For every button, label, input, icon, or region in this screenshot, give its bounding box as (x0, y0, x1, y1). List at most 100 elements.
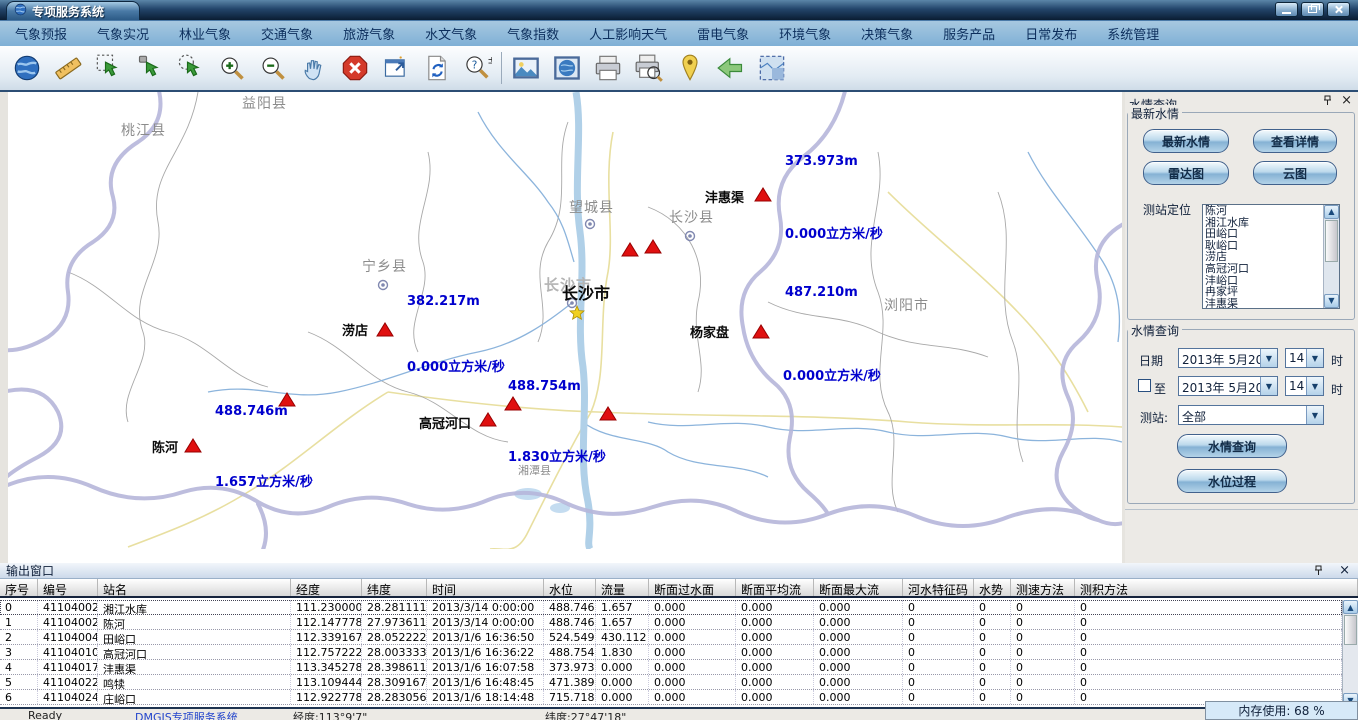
station-listbox[interactable]: 陈河湘江水库田峪口耿峪口涝店高冠河口沣峪口冉家坪沣惠渠 ▲ ▼ (1202, 204, 1340, 309)
column-header[interactable]: 编号 (38, 579, 98, 596)
column-header[interactable]: 水位 (544, 579, 596, 596)
menu-item[interactable]: 系统管理 (1097, 24, 1169, 43)
station-list-item[interactable]: 沣惠渠 (1203, 298, 1324, 309)
hour-to-select[interactable]: 14 ▼ (1285, 376, 1324, 396)
menu-item[interactable]: 水文气象 (415, 24, 487, 43)
world-image-icon[interactable] (553, 54, 581, 82)
menu-item[interactable]: 环境气象 (769, 24, 841, 43)
chevron-down-icon[interactable]: ▼ (1306, 406, 1323, 424)
menu-item[interactable]: 气象预报 (5, 24, 77, 43)
station-triangle-icon[interactable] (753, 325, 769, 338)
menu-item[interactable]: 人工影响天气 (579, 24, 677, 43)
date-to-select[interactable]: 2013年 5月20日 ▼ (1178, 376, 1278, 396)
table-row[interactable]: 441104017沣惠渠113.34527828.3986112013/1/6 … (0, 660, 1342, 675)
measure-ruler-icon[interactable] (54, 54, 82, 82)
station-triangle-icon[interactable] (279, 393, 295, 406)
placemark-icon[interactable] (676, 54, 704, 82)
globe-icon[interactable] (13, 54, 41, 82)
station-triangle-icon[interactable] (622, 243, 638, 256)
identify-icon[interactable]: ?± (464, 54, 492, 82)
print-icon[interactable] (594, 54, 622, 82)
menu-item[interactable]: 旅游气象 (333, 24, 405, 43)
station-triangle-icon[interactable] (377, 323, 393, 336)
map-canvas[interactable]: 益阳县桃江县宁乡县望城县长沙县浏阳市湘潭县长沙市长沙市沣惠渠涝店杨家盘高冠河口陈… (8, 92, 1122, 563)
station-select[interactable]: 全部 ▼ (1178, 405, 1324, 425)
menu-item[interactable]: 交通气象 (251, 24, 323, 43)
station-triangle-icon[interactable] (600, 407, 616, 420)
restore-button[interactable] (1301, 2, 1324, 17)
image-export-icon[interactable] (512, 54, 540, 82)
column-header[interactable]: 测速方法 (1011, 579, 1075, 596)
menu-item[interactable]: 雷电气象 (687, 24, 759, 43)
table-row[interactable]: 041104002湘江水库111.23000028.2811112013/3/1… (0, 600, 1342, 615)
column-header[interactable]: 站名 (98, 579, 291, 596)
menu-item[interactable]: 服务产品 (933, 24, 1005, 43)
close-icon[interactable]: × (1339, 563, 1350, 578)
water-query-button[interactable]: 水情查询 (1177, 434, 1287, 458)
column-header[interactable]: 断面过水面 (649, 579, 736, 596)
column-header[interactable]: 流量 (596, 579, 649, 596)
column-header[interactable]: 纬度 (362, 579, 427, 596)
menu-item[interactable]: 气象指数 (497, 24, 569, 43)
column-header[interactable]: 河水特征码 (903, 579, 974, 596)
view-details-button[interactable]: 查看详情 (1253, 129, 1337, 153)
column-header[interactable]: 测积方法 (1075, 579, 1358, 596)
pin-icon[interactable] (1322, 95, 1334, 107)
select-arrow-icon[interactable] (136, 54, 164, 82)
new-window-icon[interactable] (382, 54, 410, 82)
chevron-down-icon[interactable]: ▼ (1306, 349, 1323, 367)
column-header[interactable]: 序号 (0, 579, 38, 596)
back-icon[interactable] (717, 54, 745, 82)
stop-icon[interactable] (341, 54, 369, 82)
pan-hand-icon[interactable] (300, 54, 328, 82)
close-button[interactable] (1327, 2, 1350, 17)
table-row[interactable]: 241104004田峪口112.33916728.0522222013/1/6 … (0, 630, 1342, 645)
pin-icon[interactable] (1313, 565, 1325, 577)
zoom-in-icon[interactable] (218, 54, 246, 82)
station-triangle-icon[interactable] (480, 413, 496, 426)
table-row[interactable]: 141104002陈河112.14777827.9736112013/3/14 … (0, 615, 1342, 630)
refresh-icon[interactable] (423, 54, 451, 82)
menu-item[interactable]: 林业气象 (169, 24, 241, 43)
table-row[interactable]: 341104010高冠河口112.75722228.0033332013/1/6… (0, 645, 1342, 660)
table-row[interactable]: 641104024庄峪口112.92277828.2830562013/1/6 … (0, 690, 1342, 705)
menu-item[interactable]: 气象实况 (87, 24, 159, 43)
column-header[interactable]: 经度 (291, 579, 362, 596)
column-header[interactable]: 时间 (427, 579, 544, 596)
station-list-item[interactable]: 陈河 (1203, 205, 1324, 217)
listbox-scrollbar[interactable]: ▲ ▼ (1323, 205, 1339, 308)
minimize-button[interactable] (1275, 2, 1298, 17)
table-row[interactable]: 541104022鸣犊113.10944428.3091672013/1/6 1… (0, 675, 1342, 690)
scroll-thumb[interactable] (1344, 615, 1357, 645)
table-scrollbar[interactable]: ▲ ▼ (1342, 600, 1358, 707)
scroll-thumb[interactable] (1325, 220, 1338, 262)
select-box-icon[interactable] (95, 54, 123, 82)
to-checkbox[interactable] (1138, 379, 1151, 392)
station-list-item[interactable]: 高冠河口 (1203, 263, 1324, 275)
date-from-select[interactable]: 2013年 5月20日 ▼ (1178, 348, 1278, 368)
station-list-item[interactable]: 冉家坪 (1203, 286, 1324, 298)
column-header[interactable]: 断面最大流 (814, 579, 903, 596)
hour-from-select[interactable]: 14 ▼ (1285, 348, 1324, 368)
scroll-up-button[interactable]: ▲ (1343, 600, 1358, 614)
radar-chart-button[interactable]: 雷达图 (1143, 161, 1229, 185)
overview-map-icon[interactable] (758, 54, 786, 82)
latest-water-button[interactable]: 最新水情 (1143, 129, 1229, 153)
print-preview-icon[interactable] (635, 54, 663, 82)
close-icon[interactable]: × (1341, 93, 1352, 108)
scroll-down-button[interactable]: ▼ (1324, 294, 1339, 308)
chevron-down-icon[interactable]: ▼ (1260, 377, 1277, 395)
water-level-process-button[interactable]: 水位过程 (1177, 469, 1287, 493)
chevron-down-icon[interactable]: ▼ (1260, 349, 1277, 367)
zoom-out-icon[interactable] (259, 54, 287, 82)
column-header[interactable]: 水势 (974, 579, 1011, 596)
menu-item[interactable]: 决策气象 (851, 24, 923, 43)
cloud-chart-button[interactable]: 云图 (1253, 161, 1337, 185)
station-triangle-icon[interactable] (645, 240, 661, 253)
station-triangle-icon[interactable] (185, 439, 201, 452)
menu-item[interactable]: 日常发布 (1015, 24, 1087, 43)
column-header[interactable]: 断面平均流 (736, 579, 814, 596)
select-circle-icon[interactable] (177, 54, 205, 82)
chevron-down-icon[interactable]: ▼ (1306, 377, 1323, 395)
scroll-up-button[interactable]: ▲ (1324, 205, 1339, 219)
